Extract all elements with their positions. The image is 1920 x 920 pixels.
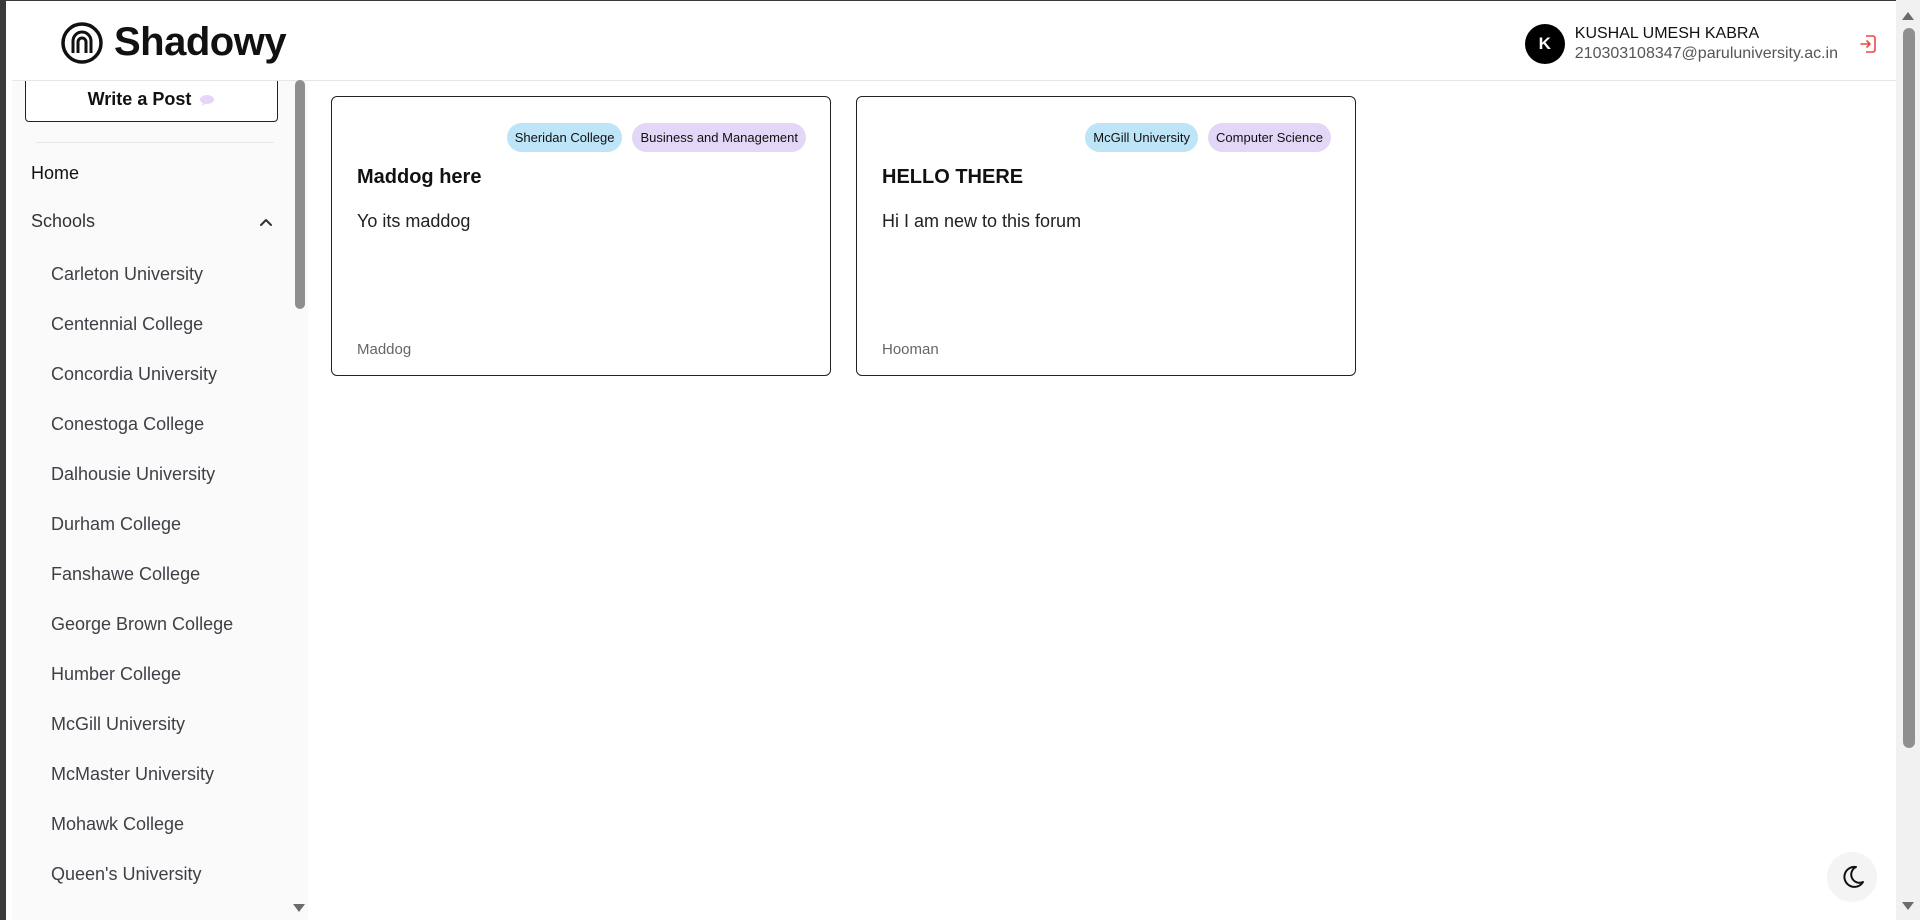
scroll-up-icon[interactable] bbox=[1902, 12, 1914, 20]
scroll-down-icon[interactable] bbox=[1902, 902, 1914, 910]
sidebar-divider bbox=[36, 142, 274, 143]
user-email: 210303108347@paruluniversity.ac.in bbox=[1574, 45, 1838, 62]
shadowy-logo-icon bbox=[61, 21, 103, 64]
sidebar-schools-label: Schools bbox=[31, 211, 96, 231]
sidebar-scrollbar-thumb[interactable] bbox=[295, 80, 305, 309]
post-title: HELLO THERE bbox=[882, 166, 1024, 188]
app-window: Shadowy K KUSHAL UMESH KABRA 21030310834… bbox=[0, 0, 1920, 920]
sidebar-schools-toggle[interactable]: Schools bbox=[31, 211, 274, 232]
logout-icon[interactable] bbox=[1858, 34, 1878, 54]
user-info: KUSHAL UMESH KABRA 210303108347@paruluni… bbox=[1575, 24, 1838, 64]
major-tag[interactable]: Business and Management bbox=[632, 123, 806, 152]
sidebar-item-home[interactable]: Home bbox=[31, 163, 79, 184]
top-header: Shadowy K KUSHAL UMESH KABRA 21030310834… bbox=[12, 2, 1896, 81]
school-item[interactable]: Mohawk College bbox=[51, 799, 233, 849]
post-author: Hooman bbox=[882, 341, 939, 358]
sidebar: Write a Post Home Schools Carleton Unive… bbox=[12, 81, 292, 920]
school-item[interactable]: McGill University bbox=[51, 699, 233, 749]
app-name: Shadowy bbox=[114, 20, 287, 64]
school-item[interactable]: Humber College bbox=[51, 649, 233, 699]
post-card[interactable]: McGill University Computer Science HELLO… bbox=[856, 96, 1356, 376]
school-item[interactable]: McMaster University bbox=[51, 749, 233, 799]
school-tag[interactable]: McGill University bbox=[1085, 123, 1199, 152]
school-item[interactable]: Durham College bbox=[51, 499, 233, 549]
theme-toggle-button[interactable] bbox=[1827, 852, 1877, 902]
sidebar-scroll-down-icon[interactable] bbox=[293, 904, 305, 912]
write-post-button[interactable]: Write a Post bbox=[25, 81, 278, 122]
chat-bubble-icon bbox=[200, 94, 215, 106]
avatar[interactable]: K bbox=[1524, 24, 1565, 64]
post-body: Yo its maddog bbox=[357, 211, 471, 231]
post-body: Hi I am new to this forum bbox=[882, 211, 1082, 231]
write-post-label: Write a Post bbox=[87, 89, 192, 109]
post-title: Maddog here bbox=[357, 166, 482, 188]
post-tags: McGill University Computer Science bbox=[1085, 123, 1331, 152]
school-item[interactable]: Centennial College bbox=[51, 299, 233, 349]
post-card[interactable]: Sheridan College Business and Management… bbox=[331, 96, 831, 376]
school-item[interactable]: Conestoga College bbox=[51, 399, 233, 449]
user-menu: K KUSHAL UMESH KABRA 210303108347@parulu… bbox=[1524, 22, 1896, 66]
school-tag[interactable]: Sheridan College bbox=[506, 123, 623, 152]
page-scrollbar-thumb[interactable] bbox=[1903, 28, 1915, 748]
school-list: Carleton University Centennial College C… bbox=[51, 249, 233, 899]
post-tags: Sheridan College Business and Management bbox=[506, 123, 806, 152]
school-item[interactable]: Carleton University bbox=[51, 249, 233, 299]
school-item[interactable]: Queen's University bbox=[51, 849, 233, 899]
school-item[interactable]: Concordia University bbox=[51, 349, 233, 399]
major-tag[interactable]: Computer Science bbox=[1208, 123, 1331, 152]
user-name: KUSHAL UMESH KABRA bbox=[1574, 25, 1760, 42]
app-logo[interactable]: Shadowy bbox=[60, 20, 287, 65]
school-item[interactable]: Dalhousie University bbox=[51, 449, 233, 499]
school-item[interactable]: Fanshawe College bbox=[51, 549, 233, 599]
moon-icon bbox=[1843, 865, 1864, 888]
chevron-up-icon bbox=[260, 218, 272, 226]
post-author: Maddog bbox=[357, 341, 412, 358]
school-item[interactable]: George Brown College bbox=[51, 599, 233, 649]
